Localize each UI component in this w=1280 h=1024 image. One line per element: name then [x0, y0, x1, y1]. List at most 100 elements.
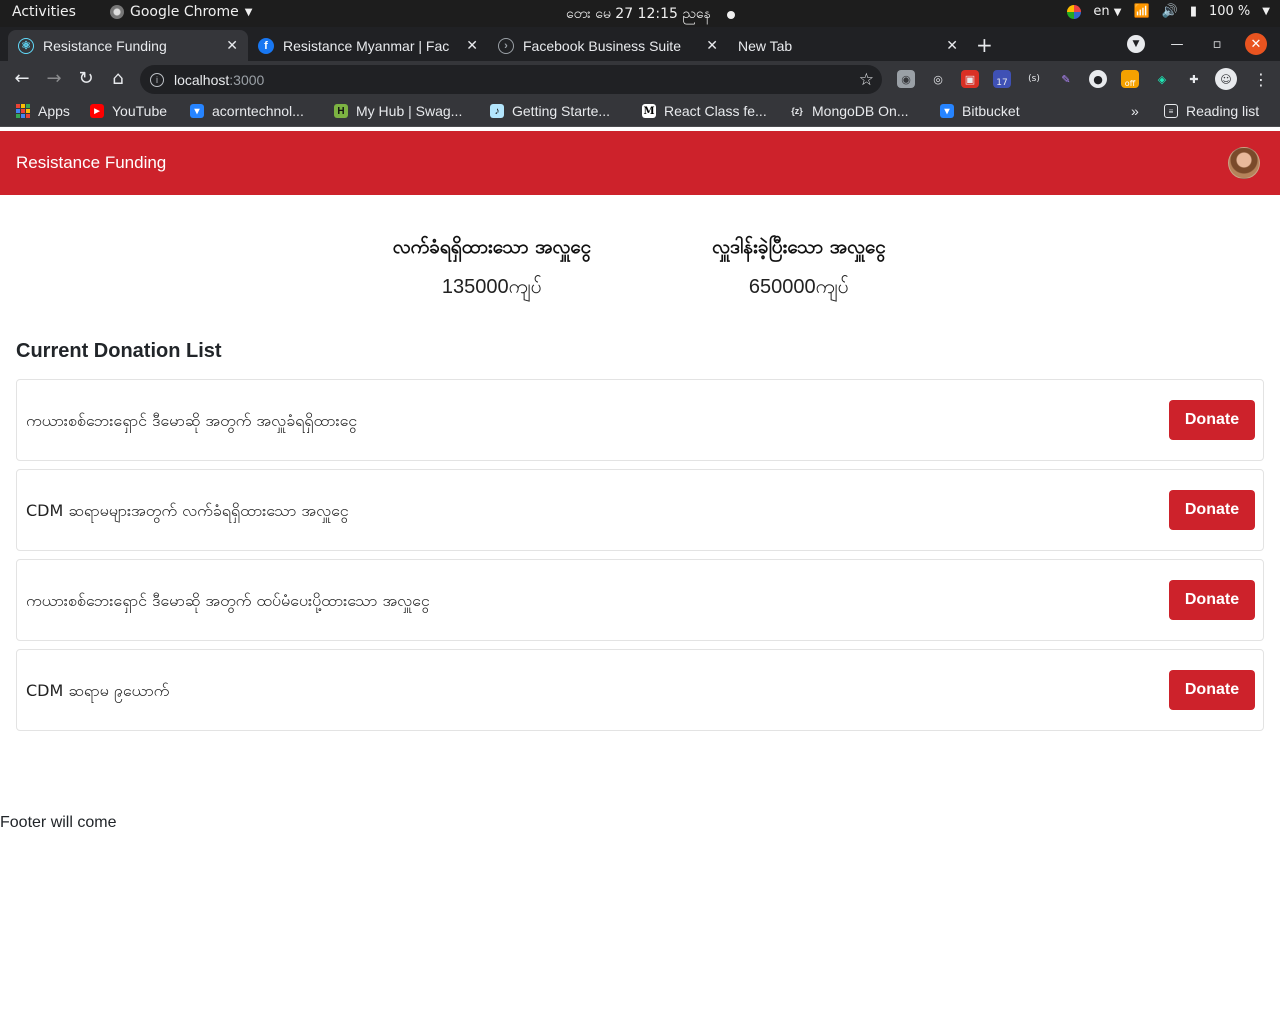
app-header: Resistance Funding: [0, 131, 1280, 195]
bookmarks-overflow[interactable]: »: [1131, 103, 1139, 119]
donation-text: CDM ဆရာမ ၉ယောက်: [26, 681, 170, 700]
url-host: localhost: [174, 71, 230, 88]
bookmark-getting-started[interactable]: ♪ Getting Starte...: [490, 103, 610, 119]
reading-list[interactable]: ≡ Reading list: [1164, 103, 1259, 119]
badge-extension-icon[interactable]: 17: [993, 70, 1011, 88]
notification-dot-icon: [726, 10, 735, 19]
chrome-icon: [110, 5, 124, 19]
bookmark-label: MongoDB On...: [812, 103, 909, 119]
battery-icon: ▮: [1189, 4, 1197, 19]
close-tab-icon[interactable]: ✕: [226, 37, 238, 54]
feather-extension-icon[interactable]: ✎: [1057, 70, 1075, 88]
bookmarks-bar: Apps ▶ YouTube ▾ acorntechnol... H My Hu…: [0, 97, 1280, 127]
system-top-bar: Activities Google Chrome ▼ တေး မေ 27 12:…: [0, 0, 1280, 27]
clock-text: တေး မေ 27 12:15 ညနေ: [566, 6, 711, 22]
bookmark-bitbucket[interactable]: ▾ Bitbucket: [940, 103, 1020, 119]
donation-text: ကယားစစ်ဘေးရှောင် ဒီမောဆို အတွက် ထပ်မံပေး…: [26, 591, 430, 610]
site-info-icon[interactable]: i: [150, 72, 164, 87]
donation-card: ကယားစစ်ဘေးရှောင် ဒီမောဆို အတွက် ထပ်မံပေး…: [16, 559, 1264, 641]
bookmark-label: Apps: [38, 103, 70, 119]
profile-avatar-icon[interactable]: ☺: [1215, 68, 1237, 90]
donation-card: CDM ဆရာမ ၉ယောက် Donate: [16, 649, 1264, 731]
home-icon[interactable]: ⌂: [106, 68, 130, 89]
address-bar[interactable]: i localhost:3000 ☆: [140, 65, 882, 94]
donation-card: CDM ဆရာမများအတွက် လက်ခံရရှိထားသော အလှူငွ…: [16, 469, 1264, 551]
bookmark-apps[interactable]: Apps: [16, 103, 70, 119]
bookmark-label: acorntechnol...: [212, 103, 304, 119]
tab-search-icon[interactable]: ▼: [1127, 35, 1145, 53]
bookmark-star-icon[interactable]: ☆: [859, 70, 874, 90]
tab-resistance-myanmar[interactable]: f Resistance Myanmar | Fac ✕: [248, 30, 488, 61]
wifi-icon: 📶: [1133, 4, 1150, 19]
footer-text: Footer will come: [0, 814, 117, 831]
bookmark-my-hub[interactable]: H My Hub | Swag...: [334, 103, 462, 119]
caret-down-icon: ▼: [244, 6, 253, 18]
back-icon[interactable]: ←: [10, 68, 34, 89]
bookmark-mongodb[interactable]: {z} MongoDB On...: [790, 103, 909, 119]
tab-resistance-funding[interactable]: ⚛ Resistance Funding ✕: [8, 30, 248, 61]
close-tab-icon[interactable]: ✕: [466, 37, 478, 54]
activities-button[interactable]: Activities: [12, 4, 76, 20]
tab-new-tab[interactable]: New Tab ✕: [728, 30, 968, 61]
browser-toolbar: ← → ↻ ⌂ i localhost:3000 ☆ ◉ ◎ ▣ 17 (s) …: [0, 61, 1280, 97]
donate-button[interactable]: Donate: [1169, 670, 1255, 710]
stat-value: 650000ကျပ်: [748, 276, 850, 298]
section-title: Current Donation List: [16, 340, 222, 362]
chevron-double-right-icon: »: [1131, 103, 1139, 119]
bookmark-react-class[interactable]: M React Class fe...: [642, 103, 767, 119]
donate-button[interactable]: Donate: [1169, 580, 1255, 620]
maximize-icon[interactable]: ▫: [1206, 33, 1228, 55]
bookmark-label: Getting Starte...: [512, 103, 611, 119]
tab-title: Resistance Funding: [43, 37, 167, 54]
google-tray-icon[interactable]: [1067, 4, 1082, 19]
bookmark-label: My Hub | Swag...: [356, 103, 463, 119]
facebook-icon: f: [258, 37, 274, 54]
close-window-icon[interactable]: ✕: [1245, 33, 1267, 55]
shield-extension-icon[interactable]: ◈: [1153, 70, 1171, 88]
mongodb-icon: {z}: [791, 106, 803, 116]
app-menu[interactable]: Google Chrome ▼: [110, 4, 252, 20]
close-tab-icon[interactable]: ✕: [706, 37, 718, 54]
page-icon: ♪: [490, 104, 504, 118]
camera-extension-icon[interactable]: ◉: [897, 70, 915, 88]
system-tray[interactable]: en ▼ 📶 🔊 ▮ 100 % ▼: [1067, 4, 1270, 19]
target-extension-icon[interactable]: ◎: [929, 70, 947, 88]
caret-down-icon: ▼: [1113, 7, 1122, 18]
donate-button[interactable]: Donate: [1169, 490, 1255, 530]
stat-value: 135000ကျပ်: [441, 276, 543, 298]
tab-title: Resistance Myanmar | Fac: [283, 37, 450, 54]
battery-label: 100 %: [1208, 4, 1251, 19]
chrome-menu-icon[interactable]: ⋮: [1252, 70, 1270, 89]
tab-facebook-business-suite[interactable]: › Facebook Business Suite ✕: [488, 30, 728, 61]
tab-title: New Tab: [738, 37, 793, 54]
ghost-extension-icon[interactable]: ●: [1089, 70, 1107, 88]
volume-icon: 🔊: [1161, 4, 1178, 19]
extensions-puzzle-icon[interactable]: ✚: [1185, 70, 1203, 88]
close-tab-icon[interactable]: ✕: [946, 37, 958, 54]
language-indicator[interactable]: en ▼: [1093, 4, 1121, 19]
redux-extension-icon[interactable]: (s): [1025, 70, 1043, 88]
apps-grid-icon: [16, 104, 30, 118]
bookmark-acorntechnol[interactable]: ▾ acorntechnol...: [190, 103, 304, 119]
user-avatar[interactable]: [1228, 147, 1260, 179]
reload-icon[interactable]: ↻: [74, 68, 98, 89]
minimize-icon[interactable]: —: [1166, 33, 1188, 55]
extension-badge-count: 17: [996, 78, 1008, 88]
bitbucket-icon: ▾: [940, 104, 954, 118]
bookmark-label: YouTube: [112, 103, 168, 119]
new-tab-plus-icon[interactable]: +: [976, 33, 993, 57]
bookmark-label: React Class fe...: [664, 103, 767, 119]
clock[interactable]: တေး မေ 27 12:15 ညနေ: [566, 4, 735, 25]
tab-strip: ⚛ Resistance Funding ✕ f Resistance Myan…: [0, 27, 1280, 61]
stat-label: လက်ခံရရှိထားသော အလှူငွေ: [392, 236, 592, 258]
react-icon: ⚛: [18, 37, 34, 54]
web-page: Resistance Funding လက်ခံရရှိထားသော အလှူင…: [0, 131, 1280, 1024]
donate-button[interactable]: Donate: [1169, 400, 1255, 440]
donation-text: CDM ဆရာမများအတွက် လက်ခံရရှိထားသော အလှူငွ…: [26, 501, 349, 520]
red-extension-icon[interactable]: ▣: [961, 70, 979, 88]
medium-icon: M: [642, 104, 656, 118]
forward-icon[interactable]: →: [42, 68, 66, 89]
brand-title[interactable]: Resistance Funding: [16, 153, 166, 173]
bookmark-youtube[interactable]: ▶ YouTube: [90, 103, 167, 119]
off-extension-icon[interactable]: off: [1121, 70, 1139, 88]
